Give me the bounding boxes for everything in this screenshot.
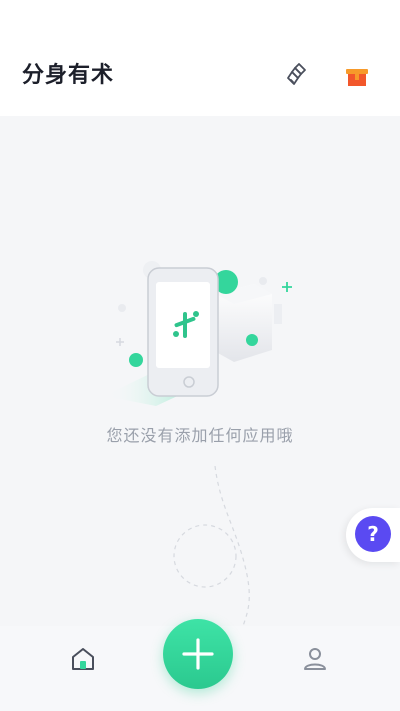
- clean-brush-icon: [287, 63, 306, 85]
- gift-box-icon: [346, 69, 368, 86]
- bottom-nav: [0, 619, 400, 711]
- home-icon: [72, 648, 94, 670]
- gift-button[interactable]: [339, 58, 375, 94]
- main-content: 您还没有添加任何应用哦: [0, 116, 400, 636]
- app-title: 分身有术: [22, 63, 115, 88]
- app-header: 分身有术: [0, 0, 400, 116]
- nav-home[interactable]: [68, 644, 98, 674]
- clean-brush-button[interactable]: [280, 56, 316, 92]
- empty-illustration: [104, 261, 292, 406]
- add-app-button[interactable]: [163, 619, 233, 689]
- empty-state-message: 您还没有添加任何应用哦: [106, 426, 294, 445]
- dashed-decoration: [173, 466, 250, 636]
- user-icon: [304, 648, 326, 670]
- nav-profile[interactable]: [300, 644, 330, 674]
- help-button[interactable]: ?: [346, 508, 400, 562]
- plus-icon: [182, 638, 214, 670]
- help-icon: ?: [355, 516, 391, 552]
